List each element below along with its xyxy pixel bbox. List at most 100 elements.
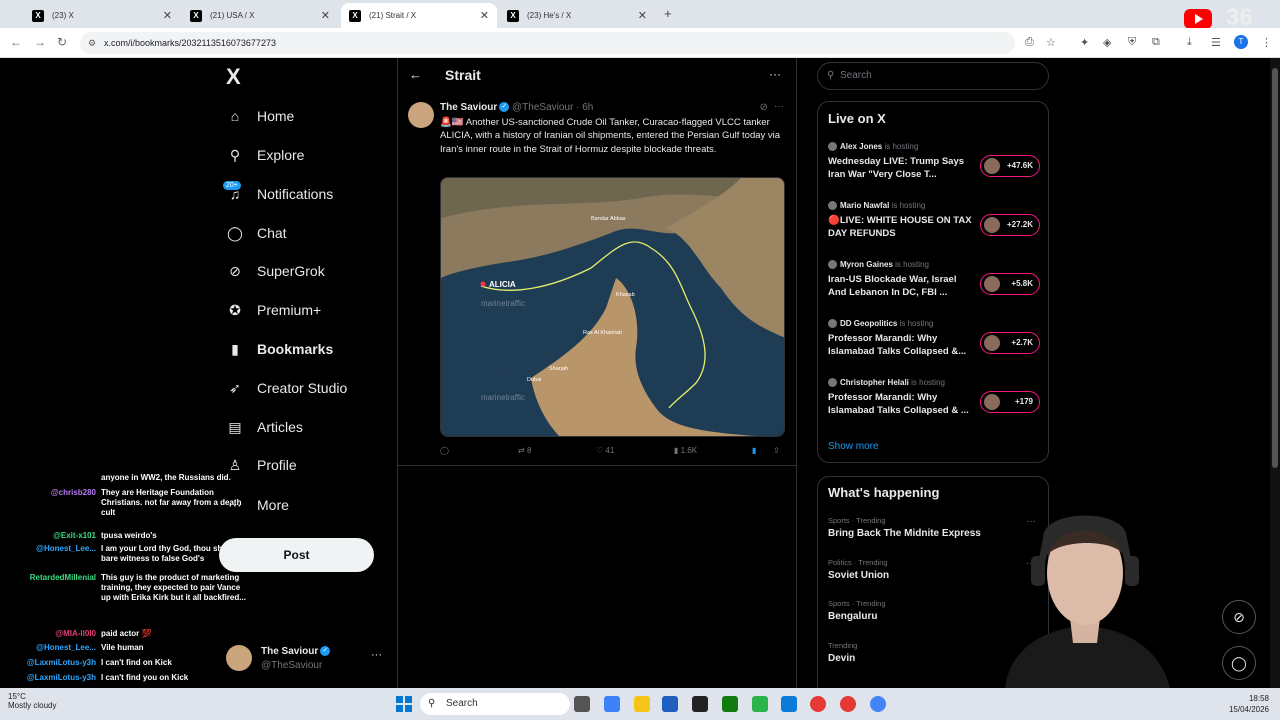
messages-icon[interactable]: ◯: [1222, 646, 1256, 680]
live-item[interactable]: DD Geopolitics is hosting Professor Maran…: [828, 319, 1040, 371]
tab-title: (21) Strait / X: [369, 11, 417, 20]
sidebar-item-label: Home: [257, 108, 295, 124]
grok-icon[interactable]: ⊘: [1222, 600, 1256, 634]
tweet-time[interactable]: · 6h: [576, 102, 593, 113]
reply-icon[interactable]: ◯: [440, 446, 449, 455]
browser-tab[interactable]: X (23) He's / X ✕: [499, 3, 655, 28]
tweet-text: 🚨🇺🇸 Another US-sanctioned Crude Oil Tank…: [440, 117, 781, 155]
install-icon[interactable]: ⎙: [1025, 36, 1034, 49]
url-field[interactable]: ⚙ x.com/i/bookmarks/2032113516073677273: [80, 32, 1015, 54]
menu-icon[interactable]: ⋮: [1261, 36, 1272, 49]
chrome-icon[interactable]: [840, 696, 856, 712]
live-listener-pill[interactable]: +47.6K: [980, 155, 1040, 177]
live-item[interactable]: Myron Gaines is hosting Iran-US Blockade …: [828, 260, 1040, 312]
sidebar-item-creator-studio[interactable]: ➶ Creator Studio: [226, 376, 347, 400]
weather-widget[interactable]: 15°C Mostly cloudy: [8, 692, 56, 710]
verified-icon: ✓: [320, 646, 331, 657]
chrome-icon[interactable]: [810, 696, 826, 712]
edge-icon[interactable]: [781, 696, 797, 712]
share-icon[interactable]: ⇪: [773, 446, 780, 455]
live-item[interactable]: Christopher Helali is hosting Professor M…: [828, 378, 1040, 430]
like-button[interactable]: ♡ 41: [596, 446, 614, 455]
extension-icon[interactable]: ◈: [1103, 36, 1111, 49]
post-button[interactable]: Post: [219, 538, 374, 572]
new-tab-icon[interactable]: +: [664, 6, 672, 21]
search-input[interactable]: ⚲ Search: [817, 62, 1049, 90]
xbox-icon[interactable]: [722, 696, 738, 712]
profile-avatar[interactable]: T: [1234, 35, 1248, 49]
bookmark-icon[interactable]: ▮: [752, 446, 756, 455]
author-handle[interactable]: @TheSaviour: [512, 102, 573, 113]
grok-icon[interactable]: ⊘: [760, 102, 768, 113]
system-clock[interactable]: 18:58 15/04/2026: [1225, 693, 1269, 715]
browser-tab[interactable]: X (21) USA / X ✕: [182, 3, 338, 28]
media-icon[interactable]: ☰: [1211, 36, 1221, 49]
back-arrow-icon[interactable]: ←: [10, 35, 22, 49]
chat-icon: ◯: [227, 225, 243, 241]
close-icon[interactable]: ✕: [163, 9, 172, 22]
more-icon[interactable]: ···: [774, 101, 784, 112]
browser-tab[interactable]: X (23) X ✕: [24, 3, 180, 28]
close-icon[interactable]: ✕: [321, 9, 330, 22]
author-name[interactable]: The Saviour: [440, 102, 497, 113]
scrollbar-thumb[interactable]: [1272, 68, 1278, 468]
windows-start-icon[interactable]: [396, 696, 412, 712]
x-logo[interactable]: X: [226, 64, 241, 90]
forward-arrow-icon[interactable]: →: [34, 35, 46, 49]
live-item[interactable]: Mario Nawfal is hosting 🔴LIVE: WHITE HOUS…: [828, 201, 1040, 253]
sidebar-item-articles[interactable]: ▤ Articles: [226, 415, 303, 439]
app-icon[interactable]: [752, 696, 768, 712]
shield-icon[interactable]: ⛨: [1128, 36, 1136, 49]
back-arrow-icon[interactable]: ←: [409, 67, 422, 82]
repost-button[interactable]: ⇄ 8: [518, 446, 531, 455]
sidebar-item-chat[interactable]: ◯ Chat: [226, 221, 286, 245]
live-listener-pill[interactable]: +27.2K: [980, 214, 1040, 236]
sidebar-item-notifications[interactable]: ♫ Notifications: [226, 182, 334, 206]
copilot-icon[interactable]: [604, 696, 620, 712]
live-listener-pill[interactable]: +2.7K: [980, 332, 1040, 354]
account-switcher[interactable]: The Saviour ✓ @TheSaviour ···: [226, 645, 386, 675]
chat-username: @Exit-x101: [53, 531, 96, 540]
close-icon[interactable]: ✕: [638, 9, 647, 22]
chrome-icon[interactable]: [870, 696, 886, 712]
more-icon[interactable]: ···: [371, 649, 382, 661]
hosting-label: is hosting: [891, 201, 926, 210]
task-view-icon[interactable]: [574, 696, 590, 712]
map-label: Sharjah: [549, 366, 568, 372]
sidebar-item-explore[interactable]: ⚲ Explore: [226, 143, 305, 167]
sidebar-item-supergrok[interactable]: ⊘ SuperGrok: [226, 259, 325, 283]
account-name: The Saviour: [261, 646, 319, 657]
extension-icon[interactable]: ✦: [1080, 36, 1089, 49]
avatar[interactable]: [408, 102, 434, 128]
views-button[interactable]: ▮ 1.6K: [674, 446, 697, 455]
site-info-icon[interactable]: ⚙: [88, 32, 96, 54]
sidebar-item-premium[interactable]: ✪ Premium+: [226, 298, 321, 322]
chat-username: @Honest_Lee...: [36, 544, 96, 553]
live-item[interactable]: Alex Jones is hosting Wednesday LIVE: Tru…: [828, 142, 1040, 194]
app-icon[interactable]: [692, 696, 708, 712]
browser-tab-active[interactable]: X (21) Strait / X ✕: [341, 3, 497, 28]
close-icon[interactable]: ✕: [480, 9, 489, 22]
reload-icon[interactable]: ↻: [57, 35, 67, 49]
live-listener-pill[interactable]: +5.8K: [980, 273, 1040, 295]
more-icon[interactable]: ···: [769, 67, 781, 81]
x-favicon-icon: X: [190, 9, 202, 22]
clock-date: 15/04/2026: [1228, 705, 1269, 714]
host-name: Christopher Helali: [840, 378, 909, 387]
tweet-map-image[interactable]: ALICIA Bandar Abbas Khasab Ras Al Khaima…: [440, 177, 785, 437]
store-icon[interactable]: [662, 696, 678, 712]
host-name: Mario Nawfal: [840, 201, 890, 210]
taskbar-search[interactable]: ⚲ Search: [420, 693, 570, 715]
scrollbar[interactable]: [1270, 58, 1280, 688]
sidebar-item-home[interactable]: ⌂ Home: [226, 104, 295, 128]
live-panel: Live on X Alex Jones is hosting Wednesday…: [817, 101, 1049, 463]
show-more-link[interactable]: Show more: [828, 441, 879, 452]
download-icon[interactable]: ⤓: [1187, 36, 1192, 49]
live-listener-pill[interactable]: +179: [980, 391, 1040, 413]
star-icon[interactable]: ☆: [1046, 36, 1056, 49]
puzzle-icon[interactable]: ⧉: [1152, 36, 1160, 49]
tweet[interactable]: The Saviour ✓ @TheSaviour · 6h ⊘ ··· 🚨🇺🇸 …: [398, 94, 796, 466]
sidebar-item-bookmarks[interactable]: ▮ Bookmarks: [226, 337, 333, 361]
repost-count: 8: [526, 446, 532, 455]
file-explorer-icon[interactable]: [634, 696, 650, 712]
